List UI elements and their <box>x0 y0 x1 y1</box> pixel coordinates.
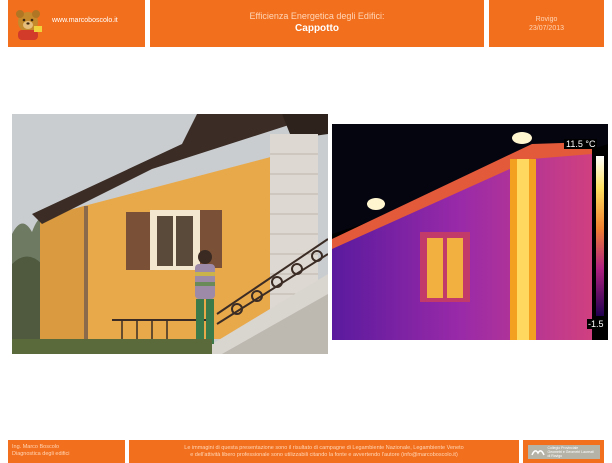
header-logo-panel: www.marcoboscolo.it <box>8 0 145 47</box>
slide-header: www.marcoboscolo.it Efficienza Energetic… <box>8 0 604 47</box>
badge-line-2: Geometri e Geometri Laureati <box>547 449 594 454</box>
footer-notice-panel: Le immagini di questa presentazione sono… <box>129 440 519 463</box>
author-name: Ing. Marco Boscolo <box>12 444 60 450</box>
place-label: Rovigo <box>535 15 558 23</box>
teddy-bear-logo-icon <box>16 10 42 40</box>
collegio-logo-icon <box>530 449 545 455</box>
author-subtitle: Diagnostica degli edifici <box>12 451 70 457</box>
slide-footer: Ing. Marco Boscolo Diagnostica degli edi… <box>8 440 604 463</box>
header-place-panel: Rovigo 23/07/2013 <box>489 0 604 47</box>
notice-line-2: e dell'attività libero professionale son… <box>190 451 458 458</box>
course-title: Efficienza Energetica degli Edifici: <box>249 11 385 21</box>
footer-author-panel: Ing. Marco Boscolo Diagnostica degli edi… <box>8 440 125 463</box>
date-label: 23/07/2013 <box>528 24 565 32</box>
house-photo <box>12 114 328 354</box>
thermal-photo <box>332 124 608 340</box>
thermal-scale-min-label: -1.5 <box>587 319 605 329</box>
badge-line-3: di Rovigo <box>547 453 563 458</box>
collegio-badge: Collegio Provinciale Geometri e Geometri… <box>527 444 600 459</box>
thermal-scale-max-label: 11.5 °C <box>564 139 598 149</box>
page-title: Cappotto <box>295 23 339 34</box>
website-link[interactable]: www.marcoboscolo.it <box>52 17 118 24</box>
header-title-panel: Efficienza Energetica degli Edifici: Cap… <box>150 0 484 47</box>
footer-badge-panel: Collegio Provinciale Geometri e Geometri… <box>523 440 604 463</box>
notice-line-1: Le immagini di questa presentazione sono… <box>184 444 464 451</box>
